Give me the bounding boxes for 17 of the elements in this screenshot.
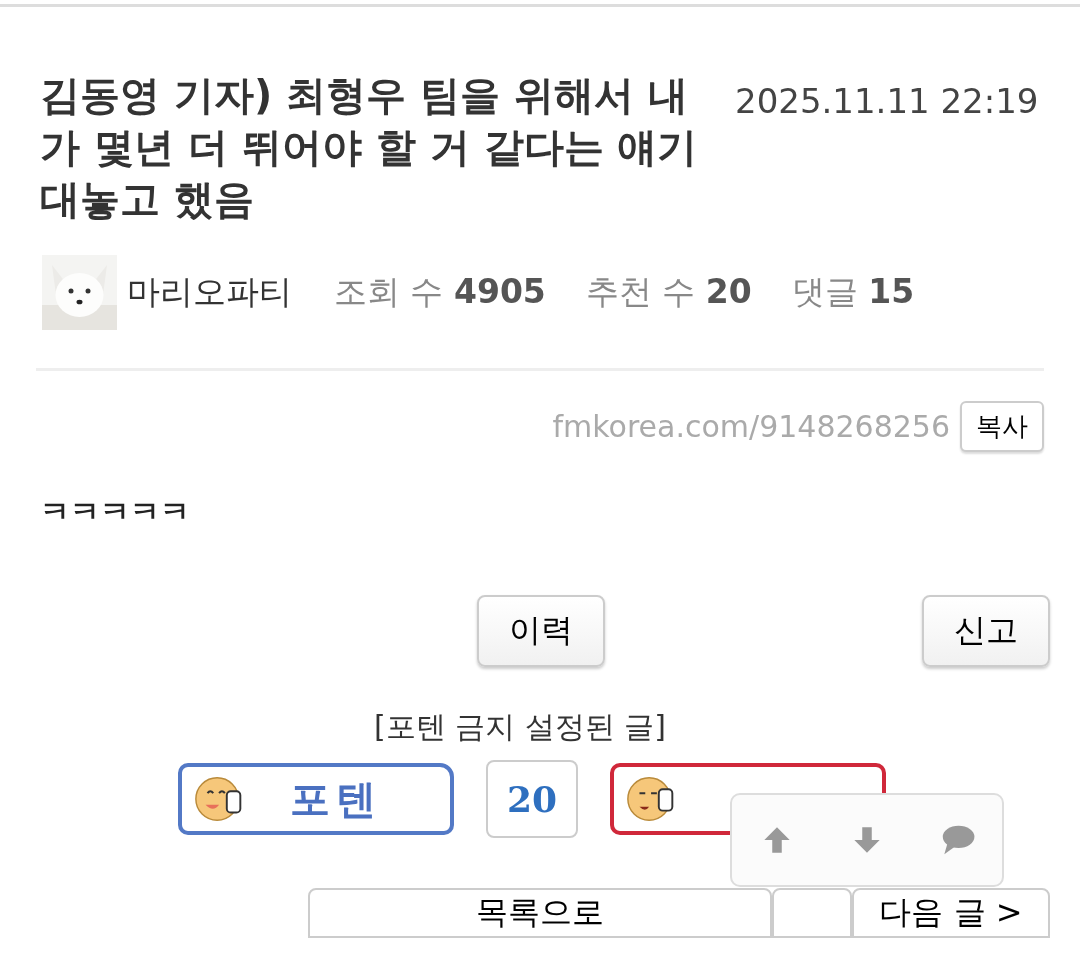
- post-body: ㅋㅋㅋㅋㅋ: [40, 493, 191, 531]
- report-button[interactable]: 신고: [922, 595, 1050, 667]
- stat-text: 추천 수 20: [585, 271, 752, 313]
- post-title: 김동영 기자) 최형우 팀을 위해서 내가 몇년 더 뛰어야 할 거 같다는 얘기 대놓고 했음: [40, 71, 699, 224]
- upvote-button[interactable]: 포텐: [178, 763, 454, 835]
- list-button[interactable]: 목록으로: [308, 888, 772, 938]
- post-url: fmkorea.com/9148268256: [552, 409, 950, 444]
- history-button[interactable]: 이력: [477, 595, 605, 667]
- author-name[interactable]: 마리오파티: [127, 270, 292, 315]
- vote-count: 20: [486, 760, 578, 838]
- stat-text: 조회 수 4905: [334, 271, 546, 313]
- stat-text: 댓글 15: [791, 271, 915, 313]
- post-date: 2025.11.11 22:19: [735, 81, 1039, 121]
- notice-text: [포텐 금지 설정된 글]: [373, 708, 667, 746]
- copy-button[interactable]: 복사: [960, 401, 1044, 452]
- nav-button[interactable]: [772, 888, 852, 938]
- next-post-button[interactable]: 다음 글 >: [852, 888, 1050, 938]
